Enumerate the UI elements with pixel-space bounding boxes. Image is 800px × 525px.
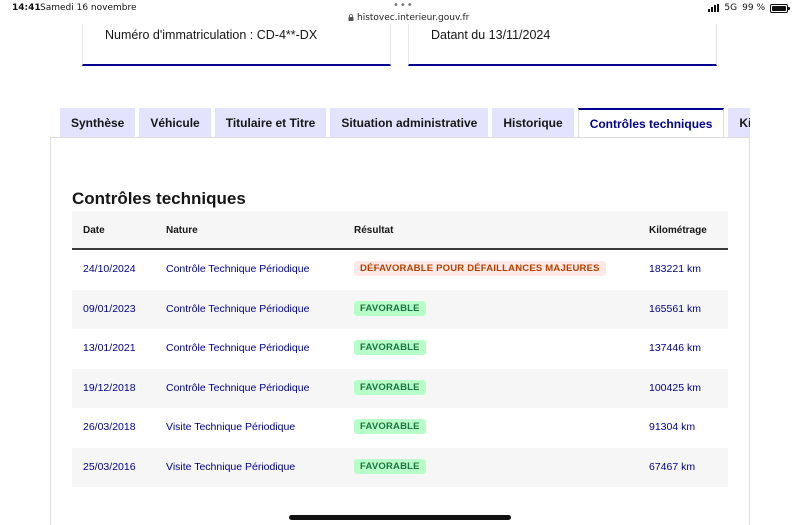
battery-percentage: 99 %: [742, 3, 765, 13]
result-badge-favorable: FAVORABLE: [354, 300, 426, 316]
row-result: FAVORABLE: [354, 458, 426, 474]
row-date: 13/01/2021: [83, 342, 136, 354]
row-mileage: 137446 km: [649, 342, 701, 354]
row-result: FAVORABLE: [354, 419, 426, 434]
status-bar: 14:41 Samedi 16 novembre ••• histovec.in…: [0, 0, 800, 23]
tab-kilometrage[interactable]: Kil: [728, 108, 750, 137]
row-mileage: 165561 km: [649, 302, 701, 315]
battery-fill: [772, 5, 786, 11]
table-header: Date Nature Résultat Kilométrage: [72, 211, 728, 250]
row-result: DÉFAVORABLE POUR DÉFAILLANCES MAJEURES: [354, 261, 606, 276]
registration-card: Numéro d'immatriculation : CD-4**-DX: [82, 24, 391, 66]
header-date: Date: [83, 225, 105, 236]
result-badge-favorable: FAVORABLE: [354, 458, 426, 474]
home-indicator[interactable]: [289, 515, 511, 520]
address-bar-url[interactable]: histovec.interieur.gouv.fr: [357, 13, 469, 23]
tab-synthese[interactable]: Synthèse: [60, 108, 136, 137]
report-date: Datant du 13/11/2024: [431, 28, 551, 42]
tab-controles-techniques[interactable]: Contrôles techniques: [577, 108, 725, 137]
row-date: 09/01/2023: [83, 302, 136, 315]
row-nature: Contrôle Technique Périodique: [166, 342, 310, 354]
multitasking-dots-icon[interactable]: •••: [393, 0, 414, 11]
table-row: 26/03/2018 Visite Technique Périodique F…: [72, 408, 728, 448]
status-time: 14:41: [12, 3, 41, 13]
tab-bar: Synthèse Véhicule Titulaire et Titre Sit…: [60, 108, 750, 137]
table-row: 09/01/2023 Contrôle Technique Périodique…: [72, 289, 728, 329]
row-nature: Contrôle Technique Périodique: [166, 302, 310, 315]
result-badge-unfavorable: DÉFAVORABLE POUR DÉFAILLANCES MAJEURES: [354, 261, 606, 276]
row-date: 25/03/2016: [83, 460, 136, 473]
network-type: 5G: [724, 3, 738, 13]
result-badge-favorable: FAVORABLE: [354, 379, 426, 395]
row-date: 19/12/2018: [83, 381, 136, 394]
table-row: 13/01/2021 Contrôle Technique Périodique…: [72, 329, 728, 369]
status-right-group: 5G 99 %: [708, 3, 790, 13]
tab-situation-administrative[interactable]: Situation administrative: [330, 108, 489, 137]
section-title: Contrôles techniques: [72, 189, 246, 208]
row-nature: Contrôle Technique Périodique: [166, 263, 310, 275]
result-badge-favorable: FAVORABLE: [354, 419, 426, 434]
inspections-table: Date Nature Résultat Kilométrage 24/10/2…: [72, 211, 728, 487]
header-nature: Nature: [166, 225, 198, 236]
row-result: FAVORABLE: [354, 300, 426, 316]
row-nature: Visite Technique Périodique: [166, 421, 296, 433]
tab-vehicule[interactable]: Véhicule: [139, 108, 211, 137]
header-result: Résultat: [354, 225, 394, 236]
row-nature: Visite Technique Périodique: [166, 460, 296, 473]
row-result: FAVORABLE: [354, 379, 426, 395]
table-row: 24/10/2024 Contrôle Technique Périodique…: [72, 250, 728, 290]
cellular-signal-icon: [708, 4, 720, 12]
table-row: 25/03/2016 Visite Technique Périodique F…: [72, 447, 728, 487]
status-date: Samedi 16 novembre: [40, 3, 137, 13]
report-date-card: Datant du 13/11/2024: [408, 24, 717, 66]
row-mileage: 91304 km: [649, 421, 696, 433]
row-mileage: 67467 km: [649, 460, 696, 473]
row-nature: Contrôle Technique Périodique: [166, 381, 310, 394]
tab-historique[interactable]: Historique: [492, 108, 574, 137]
table-row: 19/12/2018 Contrôle Technique Périodique…: [72, 368, 728, 408]
registration-number: Numéro d'immatriculation : CD-4**-DX: [105, 28, 318, 42]
tab-titulaire-et-titre[interactable]: Titulaire et Titre: [214, 108, 327, 137]
row-mileage: 100425 km: [649, 381, 701, 394]
lock-icon: [348, 14, 354, 21]
row-result: FAVORABLE: [354, 340, 426, 355]
battery-icon: [770, 3, 790, 13]
header-mileage: Kilométrage: [649, 225, 707, 236]
row-date: 24/10/2024: [83, 263, 136, 275]
row-mileage: 183221 km: [649, 263, 701, 275]
result-badge-favorable: FAVORABLE: [354, 340, 426, 355]
row-date: 26/03/2018: [83, 421, 136, 433]
